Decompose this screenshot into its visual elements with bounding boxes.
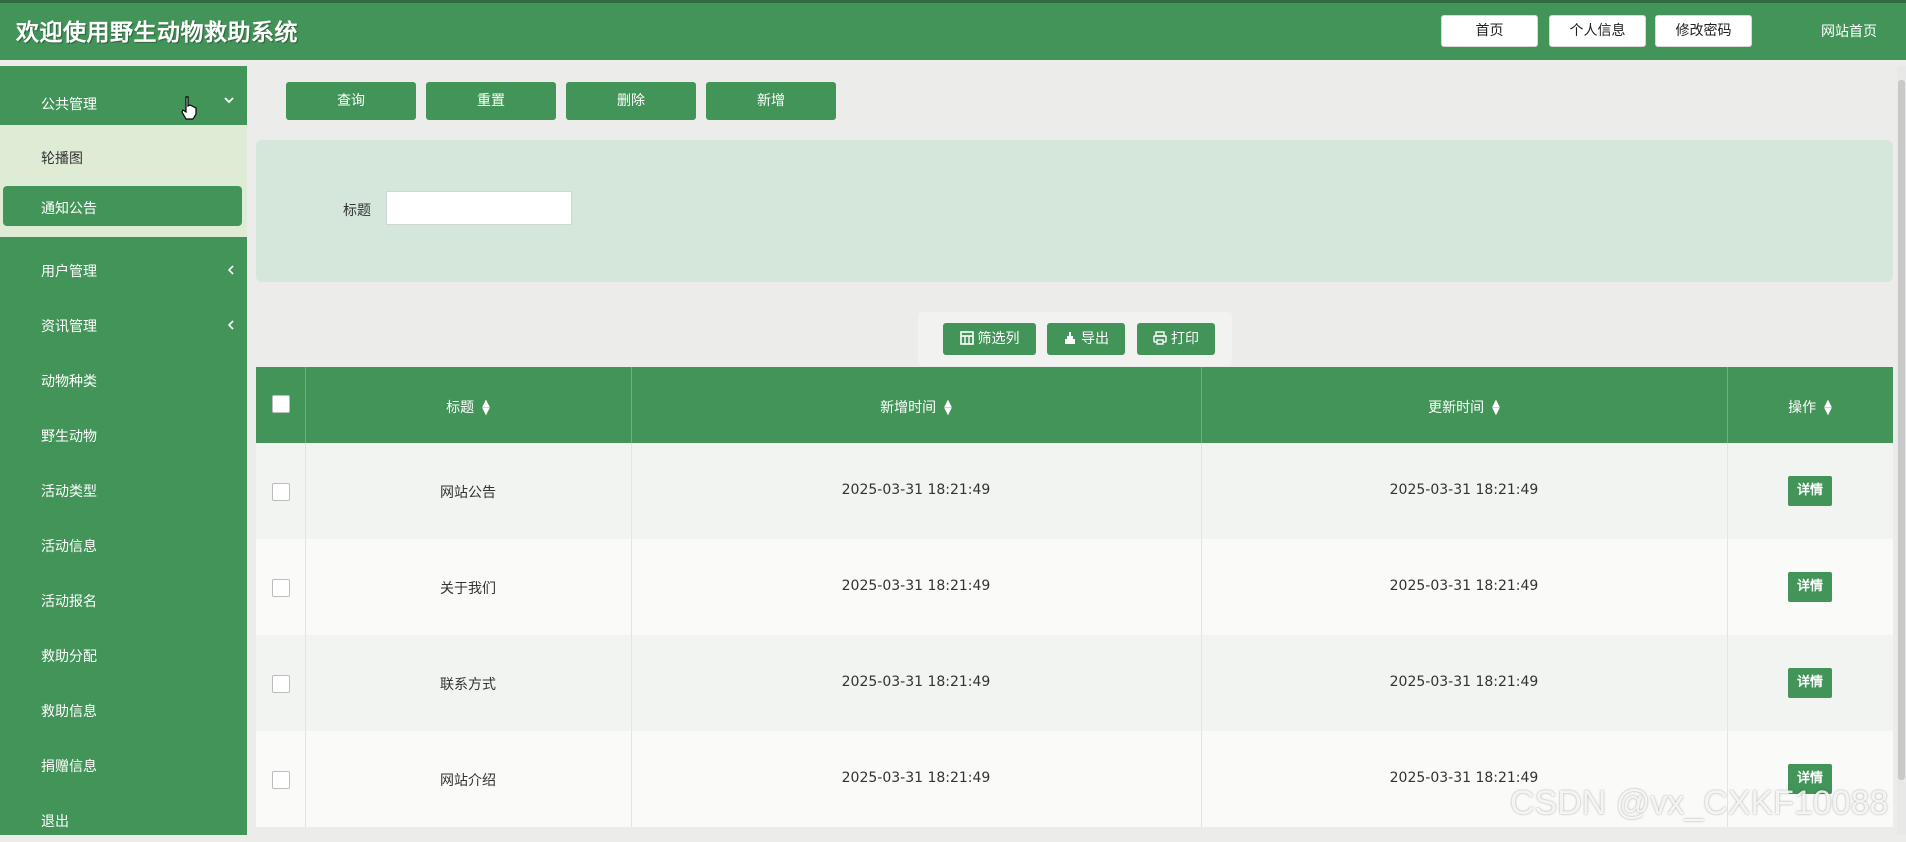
column-title-label: 标题 <box>446 400 475 416</box>
table-row: 联系方式 2025-03-31 18:21:49 2025-03-31 18:2… <box>256 635 1893 731</box>
home-button[interactable]: 首页 <box>1441 15 1538 47</box>
row-checkbox[interactable] <box>272 483 290 501</box>
print-button[interactable]: 打印 <box>1137 323 1215 355</box>
sidebar-item-label: 救助信息 <box>41 704 97 720</box>
select-all-cell <box>256 367 306 443</box>
column-updated[interactable]: 更新时间 ▲ ▼ <box>1201 367 1728 443</box>
detail-button[interactable]: 详情 <box>1788 668 1832 698</box>
notice-table: 标题 ▲ ▼ 新增时间 ▲ ▼ 更新时间 ▲ ▼ 操作 ▲ ▼ 网站公告 2025-03-31 … <box>256 367 1893 835</box>
sidebar-item-label: 动物种类 <box>41 374 97 390</box>
sidebar-item-notice[interactable]: 通知公告 <box>3 186 242 226</box>
sidebar-item-label: 通知公告 <box>41 201 97 217</box>
column-created-label: 新增时间 <box>880 400 937 416</box>
sidebar-item-label: 活动信息 <box>41 539 97 555</box>
top-header: 欢迎使用野生动物救助系统 首页 个人信息 修改密码 网站首页 <box>0 0 1906 60</box>
profile-button[interactable]: 个人信息 <box>1549 15 1646 47</box>
row-created: 2025-03-31 18:21:49 <box>841 578 991 594</box>
chevron-down-icon <box>224 97 234 104</box>
row-created: 2025-03-31 18:21:49 <box>841 770 991 786</box>
chevron-left-icon <box>227 320 234 330</box>
table-row: 网站公告 2025-03-31 18:21:49 2025-03-31 18:2… <box>256 443 1893 539</box>
sidebar-item-label: 退出 <box>41 814 69 830</box>
export-label: 导出 <box>1081 331 1109 347</box>
sidebar-item-animal-species[interactable]: 动物种类 <box>0 358 247 402</box>
sidebar-item-activity-info[interactable]: 活动信息 <box>0 523 247 567</box>
row-title: 网站公告 <box>440 485 496 501</box>
change-password-button[interactable]: 修改密码 <box>1655 15 1752 47</box>
filter-columns-button[interactable]: 筛选列 <box>943 323 1036 355</box>
row-checkbox[interactable] <box>272 675 290 693</box>
sidebar-item-users[interactable]: 用户管理 <box>0 248 247 292</box>
print-label: 打印 <box>1171 331 1199 347</box>
watermark: CSDN @vx_CXKF10088 <box>1510 784 1889 822</box>
sidebar-item-carousel[interactable]: 轮播图 <box>0 136 247 176</box>
filter-columns-icon <box>959 331 974 345</box>
select-all-checkbox[interactable] <box>272 395 290 413</box>
detail-button[interactable]: 详情 <box>1788 476 1832 506</box>
detail-button[interactable]: 详情 <box>1788 572 1832 602</box>
title-search-input[interactable] <box>386 191 572 225</box>
sort-icon: ▲ ▼ <box>482 398 490 417</box>
column-actions-label: 操作 <box>1788 400 1817 416</box>
app-title: 欢迎使用野生动物救助系统 <box>16 20 298 46</box>
sidebar-item-activity-types[interactable]: 活动类型 <box>0 468 247 512</box>
sidebar-item-label: 活动类型 <box>41 484 97 500</box>
vertical-scrollbar[interactable] <box>1897 66 1906 835</box>
scrollbar-thumb[interactable] <box>1898 80 1905 780</box>
filter-columns-label: 筛选列 <box>977 331 1020 347</box>
column-created[interactable]: 新增时间 ▲ ▼ <box>631 367 1202 443</box>
sidebar-item-logout[interactable]: 退出 <box>0 798 247 842</box>
sort-icon: ▲ ▼ <box>944 398 952 417</box>
sidebar-item-label: 捐赠信息 <box>41 759 97 775</box>
add-button[interactable]: 新增 <box>706 82 836 120</box>
menu-group-public[interactable]: 公共管理 <box>0 66 247 125</box>
title-search-label: 标题 <box>343 203 371 219</box>
sidebar-item-label: 野生动物 <box>41 429 97 445</box>
row-updated: 2025-03-31 18:21:49 <box>1389 578 1539 594</box>
column-actions[interactable]: 操作 ▲ ▼ <box>1727 367 1893 443</box>
sidebar-item-label: 用户管理 <box>41 264 97 280</box>
table-row: 关于我们 2025-03-31 18:21:49 2025-03-31 18:2… <box>256 539 1893 635</box>
sidebar-item-news[interactable]: 资讯管理 <box>0 303 247 347</box>
sidebar-item-label: 救助分配 <box>41 649 97 665</box>
row-title: 联系方式 <box>440 677 496 693</box>
search-panel: 标题 <box>256 140 1893 282</box>
export-button[interactable]: 导出 <box>1047 323 1125 355</box>
row-checkbox[interactable] <box>272 771 290 789</box>
sidebar-item-activity-signup[interactable]: 活动报名 <box>0 578 247 622</box>
sidebar-item-rescue-assignment[interactable]: 救助分配 <box>0 633 247 677</box>
row-created: 2025-03-31 18:21:49 <box>841 674 991 690</box>
sidebar-item-wild-animals[interactable]: 野生动物 <box>0 413 247 457</box>
sort-icon: ▲ ▼ <box>1824 398 1832 417</box>
export-icon <box>1065 332 1075 344</box>
menu-group-label: 公共管理 <box>41 97 97 113</box>
row-created: 2025-03-31 18:21:49 <box>841 482 991 498</box>
reset-button[interactable]: 重置 <box>426 82 556 120</box>
column-updated-label: 更新时间 <box>1428 400 1485 416</box>
sidebar-item-label: 轮播图 <box>41 151 83 167</box>
table-header: 标题 ▲ ▼ 新增时间 ▲ ▼ 更新时间 ▲ ▼ 操作 ▲ ▼ <box>256 367 1893 443</box>
sidebar-item-label: 资讯管理 <box>41 319 97 335</box>
submenu-panel: 轮播图 通知公告 <box>0 125 247 237</box>
table-tools: 筛选列 导出 打印 <box>918 312 1232 366</box>
column-title[interactable]: 标题 ▲ ▼ <box>305 367 632 443</box>
row-checkbox[interactable] <box>272 579 290 597</box>
sidebar: 公共管理 轮播图 通知公告 用户管理 资讯管理 动物种类 野生动物 活动类型 活… <box>0 66 247 835</box>
hand-cursor-icon <box>181 96 197 120</box>
sidebar-item-donations[interactable]: 捐赠信息 <box>0 743 247 787</box>
chevron-left-icon <box>227 265 234 275</box>
delete-button[interactable]: 删除 <box>566 82 696 120</box>
print-icon <box>1153 331 1167 345</box>
row-title: 网站介绍 <box>440 773 496 789</box>
row-updated: 2025-03-31 18:21:49 <box>1389 482 1539 498</box>
query-button[interactable]: 查询 <box>286 82 416 120</box>
sidebar-item-label: 活动报名 <box>41 594 97 610</box>
site-home-link[interactable]: 网站首页 <box>1821 21 1877 41</box>
sidebar-item-rescue-info[interactable]: 救助信息 <box>0 688 247 732</box>
row-title: 关于我们 <box>440 581 496 597</box>
sort-icon: ▲ ▼ <box>1492 398 1500 417</box>
row-updated: 2025-03-31 18:21:49 <box>1389 674 1539 690</box>
